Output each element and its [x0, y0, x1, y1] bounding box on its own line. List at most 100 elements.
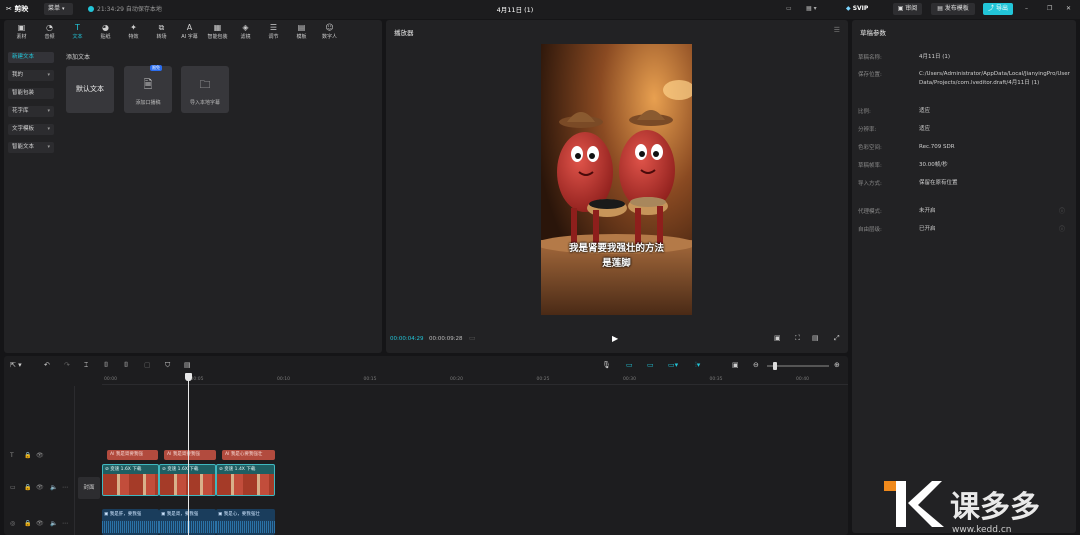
add-script-tile[interactable]: 限免 🗎 添加口播稿	[124, 65, 172, 113]
zoom-in-icon[interactable]: ⊕	[834, 361, 840, 369]
text-category-item[interactable]: 智能包装	[8, 88, 54, 99]
audio-clip[interactable]: ▣ 我是心，要我强壮	[216, 509, 275, 535]
split-left-icon[interactable]: ⌷	[104, 361, 108, 370]
more-icon[interactable]: ⋯	[62, 484, 68, 491]
zoom-slider[interactable]	[767, 362, 829, 370]
text-clip[interactable]: AI 我是心要我强壮	[222, 450, 275, 460]
caption-icon[interactable]: ▣	[732, 361, 739, 369]
layout-icon[interactable]: ▭	[786, 3, 792, 15]
tool-text[interactable]: T 文本	[66, 20, 89, 44]
text-category-item[interactable]: 花字库 ▾	[8, 106, 54, 117]
prop-label: 色彩空间:	[858, 145, 882, 151]
speed-icon: ⊘	[162, 467, 166, 472]
main-menu-button[interactable]: 菜单 ▾	[44, 3, 73, 15]
import-subtitle-tile[interactable]: 🗀 导入本地字幕	[181, 66, 229, 113]
chevron-down-icon: ▾	[61, 6, 65, 12]
tool-smart-pack[interactable]: ▦ 智能包装	[206, 20, 229, 44]
effects-icon: ✦	[130, 23, 137, 32]
split-right-icon[interactable]: ⌷	[124, 361, 128, 370]
redo-icon[interactable]: ↷	[64, 361, 70, 369]
tool-filter[interactable]: ◈ 滤镜	[234, 20, 257, 44]
ratio-icon[interactable]: ▤	[812, 334, 819, 342]
tool-media[interactable]: ▣ 素材	[10, 20, 33, 44]
text-category-item[interactable]: 我的 ▾	[8, 70, 54, 81]
audio-clip[interactable]: ▣ 我是肝，要我强	[102, 509, 159, 535]
quality-icon[interactable]: ▣	[774, 334, 781, 342]
project-title: 4月11日 (1)	[496, 6, 534, 14]
template-icon: ▤	[297, 23, 306, 32]
delete-icon[interactable]: ▢	[144, 361, 151, 369]
tool-ai-caption[interactable]: A AI 字幕	[178, 20, 201, 44]
undo-icon[interactable]: ↶	[44, 361, 50, 369]
prop-value: 4月11日 (1)	[919, 54, 951, 60]
tool-avatar[interactable]: ☺ 数字人	[318, 20, 341, 44]
eye-icon[interactable]: 👁	[36, 520, 44, 527]
export-button[interactable]: ⤴ 导出	[983, 3, 1013, 15]
folder-icon: 🗀	[199, 78, 211, 91]
close-icon[interactable]: ✕	[1066, 3, 1071, 15]
svip-button[interactable]: ◆ SVIP	[846, 3, 868, 15]
microphone-icon[interactable]: 🎙	[602, 361, 611, 369]
cover-button[interactable]: 封面	[78, 477, 100, 499]
info-icon[interactable]: ⓘ	[1059, 224, 1065, 233]
time-ruler[interactable]: 00:00 00:05 00:10 00:15 00:20 00:25 00:30 00:35…	[102, 376, 848, 385]
tool-effects[interactable]: ✦ 特效	[122, 20, 145, 44]
marker-icon[interactable]: ⛉	[165, 361, 170, 370]
prop-value: 保留在原有位置	[919, 180, 958, 186]
publish-template-button[interactable]: ▤ 发布模板	[931, 3, 975, 15]
tool-template[interactable]: ▤ 模板	[290, 20, 313, 44]
audio-mute-icon[interactable]: 🔈	[50, 484, 57, 491]
text-category-item[interactable]: 智能文本 ▾	[8, 142, 54, 153]
tool-adjust[interactable]: ☰ 调节	[262, 20, 285, 44]
menu-icon[interactable]: ☰	[834, 26, 840, 34]
layout-grid-icon[interactable]: ▦ ▾	[806, 3, 817, 15]
minimize-icon[interactable]: –	[1025, 3, 1028, 15]
default-text-tile[interactable]: 默认文本	[66, 66, 114, 113]
prop-label: 比例:	[858, 109, 871, 115]
text-clip[interactable]: AI 我是肾要我强	[164, 450, 216, 460]
lock-icon[interactable]: 🔒	[24, 520, 31, 527]
tool-audio[interactable]: ◔ 音频	[38, 20, 61, 44]
split-icon[interactable]: ⌶	[84, 361, 88, 370]
playhead[interactable]	[188, 374, 189, 535]
auto-snap-icon[interactable]: ▭	[647, 361, 654, 369]
zoom-slider-handle[interactable]	[773, 362, 777, 370]
ruler-tick-label: 00:35	[709, 377, 723, 382]
lock-icon[interactable]: 🔒	[24, 452, 31, 459]
freeze-icon[interactable]: ▤	[184, 361, 191, 369]
audio-icon: ▣	[104, 512, 109, 517]
cloud-save-icon	[88, 6, 94, 12]
filter-icon: ◈	[242, 23, 249, 32]
tool-sticker[interactable]: ◕ 贴纸	[94, 20, 117, 44]
tool-transition[interactable]: ⧉ 转场	[150, 20, 173, 44]
maximize-icon[interactable]: ❐	[1047, 3, 1052, 15]
main-track-magnet-icon[interactable]: ▭	[626, 361, 633, 369]
preview-axis-icon[interactable]: ⫶▾	[695, 361, 700, 370]
eye-icon[interactable]: 👁	[36, 452, 44, 459]
lock-icon[interactable]: 🔒	[24, 484, 31, 491]
audio-mute-icon[interactable]: 🔈	[50, 520, 57, 527]
more-icon[interactable]: ⋯	[62, 520, 68, 527]
text-clip[interactable]: AI 我是肾要我强	[107, 450, 158, 460]
speed-icon: ⊘	[219, 467, 223, 472]
video-clip[interactable]: ⊘ 变速 1.4X 下载	[216, 464, 275, 496]
info-icon[interactable]: ⓘ	[1059, 206, 1065, 215]
ai-caption-icon: A	[186, 23, 193, 32]
timecode-toggle-icon[interactable]: ▭	[469, 334, 476, 342]
video-clip[interactable]: ⊘ 变速 1.6X 下载	[102, 464, 159, 496]
link-icon[interactable]: ▭▾	[668, 361, 678, 369]
review-button[interactable]: ▣ 审阅	[893, 3, 922, 15]
ruler-tick-label: 00:10	[277, 377, 290, 382]
prop-value: 已开启	[919, 226, 936, 232]
text-category-item[interactable]: 新建文本	[8, 52, 54, 63]
chevron-down-icon: ▾	[47, 144, 50, 150]
app-logo: ✂ 剪映	[6, 4, 28, 14]
fullscreen-icon[interactable]: ⤢	[834, 334, 840, 343]
zoom-out-icon[interactable]: ⊖	[753, 361, 759, 369]
video-preview[interactable]: 我是肾要我强壮的方法 是莲脚	[541, 44, 692, 315]
select-tool-icon[interactable]: ⇱ ▾	[10, 361, 22, 369]
play-icon[interactable]: ▶	[612, 334, 618, 343]
text-category-item[interactable]: 文字模板 ▾	[8, 124, 54, 135]
eye-icon[interactable]: 👁	[36, 484, 44, 491]
focus-icon[interactable]: ⛶	[795, 334, 800, 343]
